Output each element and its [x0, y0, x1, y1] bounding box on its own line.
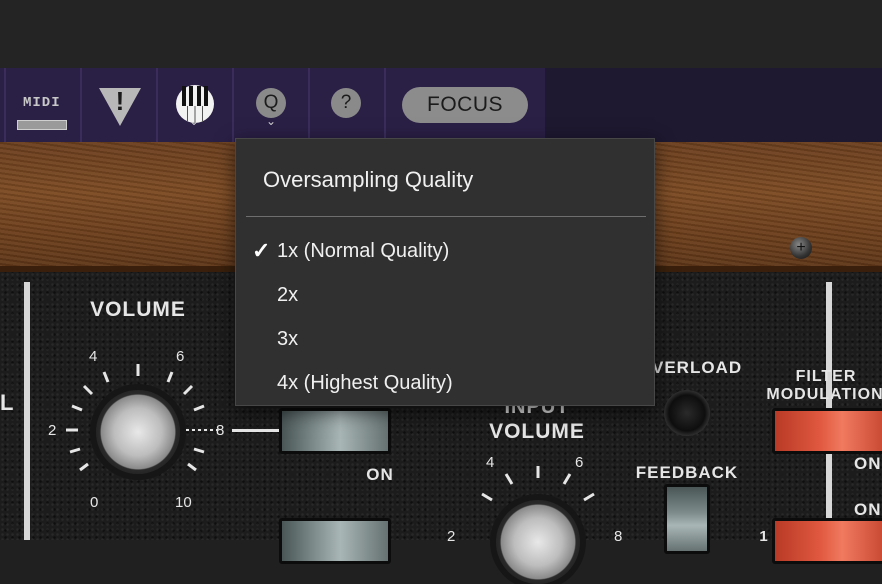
input-tick-label: 8 [614, 528, 623, 545]
filter-modulation-label-top: FILTER [795, 368, 857, 385]
volume-tick-label: 8 [216, 422, 225, 439]
volume-label: VOLUME [90, 298, 186, 321]
keyboard-button[interactable]: ⌄ [158, 68, 232, 142]
filter-modulation-switch[interactable] [772, 408, 882, 454]
lower-on-label: ON [854, 500, 882, 519]
quality-button[interactable]: Q ⌄ [234, 68, 308, 142]
help-icon: ? [331, 88, 361, 118]
panel-divider [24, 282, 30, 540]
volume-tick-label: 4 [89, 348, 98, 365]
midi-label: MIDI [23, 95, 61, 111]
toolbar-divider [384, 68, 386, 142]
filter-on-label: ON [854, 454, 882, 473]
midi-activity-indicator [17, 120, 67, 130]
input-tick-label: 2 [447, 528, 456, 545]
menu-item-label: 3x [277, 328, 299, 350]
help-button[interactable]: ? [310, 68, 384, 142]
warning-label: ! [115, 86, 125, 116]
volume-tick-label: 0 [90, 494, 99, 511]
volume-tick-label: 2 [48, 422, 57, 439]
menu-item-label: 2x [277, 284, 299, 306]
chevron-down-icon: ⌄ [266, 114, 277, 128]
input-volume-knob[interactable] [496, 500, 580, 584]
menu-title: Oversampling Quality [263, 167, 474, 192]
lower-red-switch[interactable] [772, 518, 882, 564]
on-label: ON [366, 465, 394, 484]
input-volume-label: VOLUME [489, 420, 585, 443]
left-section-label: L [0, 390, 15, 415]
overload-label: VERLOAD [652, 358, 743, 377]
menu-item-3x[interactable]: 3x [236, 320, 654, 360]
menu-separator [246, 216, 646, 217]
menu-item-label: 4x (Highest Quality) [277, 372, 453, 394]
lower-switch[interactable] [279, 518, 391, 564]
menu-item-1x[interactable]: ✓ 1x (Normal Quality) [236, 232, 654, 272]
warning-button[interactable]: ! [82, 68, 156, 142]
volume-knob[interactable] [96, 390, 180, 474]
filter-modulation-label: MODULATION [766, 386, 882, 403]
checkmark-icon: ✓ [252, 238, 271, 263]
volume-tick-label: 10 [175, 494, 192, 511]
switch-connector [232, 429, 280, 432]
volume-tick-label: 6 [176, 348, 185, 365]
screw-icon: + [790, 237, 812, 259]
menu-item-4x[interactable]: 4x (Highest Quality) [236, 364, 654, 404]
window-titlebar [0, 0, 882, 68]
overload-lamp [664, 390, 710, 436]
feedback-switch[interactable] [664, 484, 710, 554]
menu-item-label: 1x (Normal Quality) [277, 240, 450, 262]
oversampling-quality-menu: Oversampling Quality ✓ 1x (Normal Qualit… [235, 138, 655, 406]
focus-button[interactable]: FOCUS [402, 87, 528, 123]
feedback-label: FEEDBACK [635, 463, 739, 482]
chevron-down-icon: ⌄ [189, 114, 200, 128]
one-label: 1 [759, 528, 769, 545]
menu-item-2x[interactable]: 2x [236, 276, 654, 316]
midi-button[interactable]: MIDI [6, 68, 80, 142]
volume-on-switch[interactable] [279, 408, 391, 454]
